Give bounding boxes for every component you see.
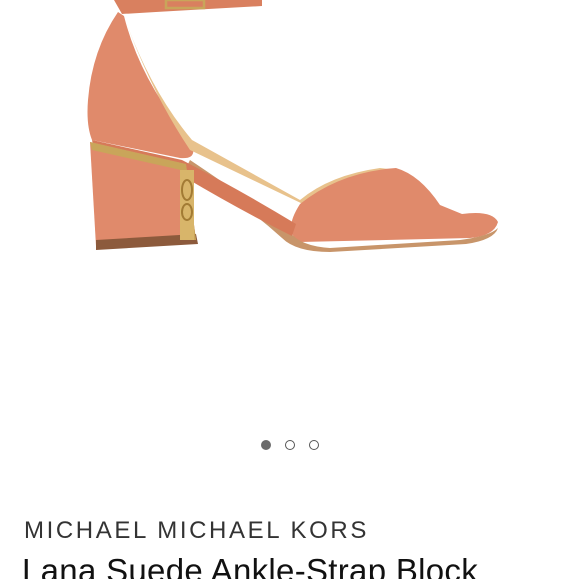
image-carousel-indicator[interactable]	[0, 437, 580, 453]
carousel-dot-3[interactable]	[309, 440, 319, 450]
carousel-dot-2[interactable]	[285, 440, 295, 450]
product-page: MICHAEL MICHAEL KORS Lana Suede Ankle-St…	[0, 0, 580, 579]
product-title: Lana Suede Ankle-Strap Block	[22, 552, 479, 579]
heel-counter	[87, 12, 194, 159]
carousel-dot-1[interactable]	[261, 440, 271, 450]
toe-vamp	[291, 168, 498, 242]
product-image[interactable]	[0, 0, 580, 420]
brand-name[interactable]: MICHAEL MICHAEL KORS	[24, 517, 369, 545]
